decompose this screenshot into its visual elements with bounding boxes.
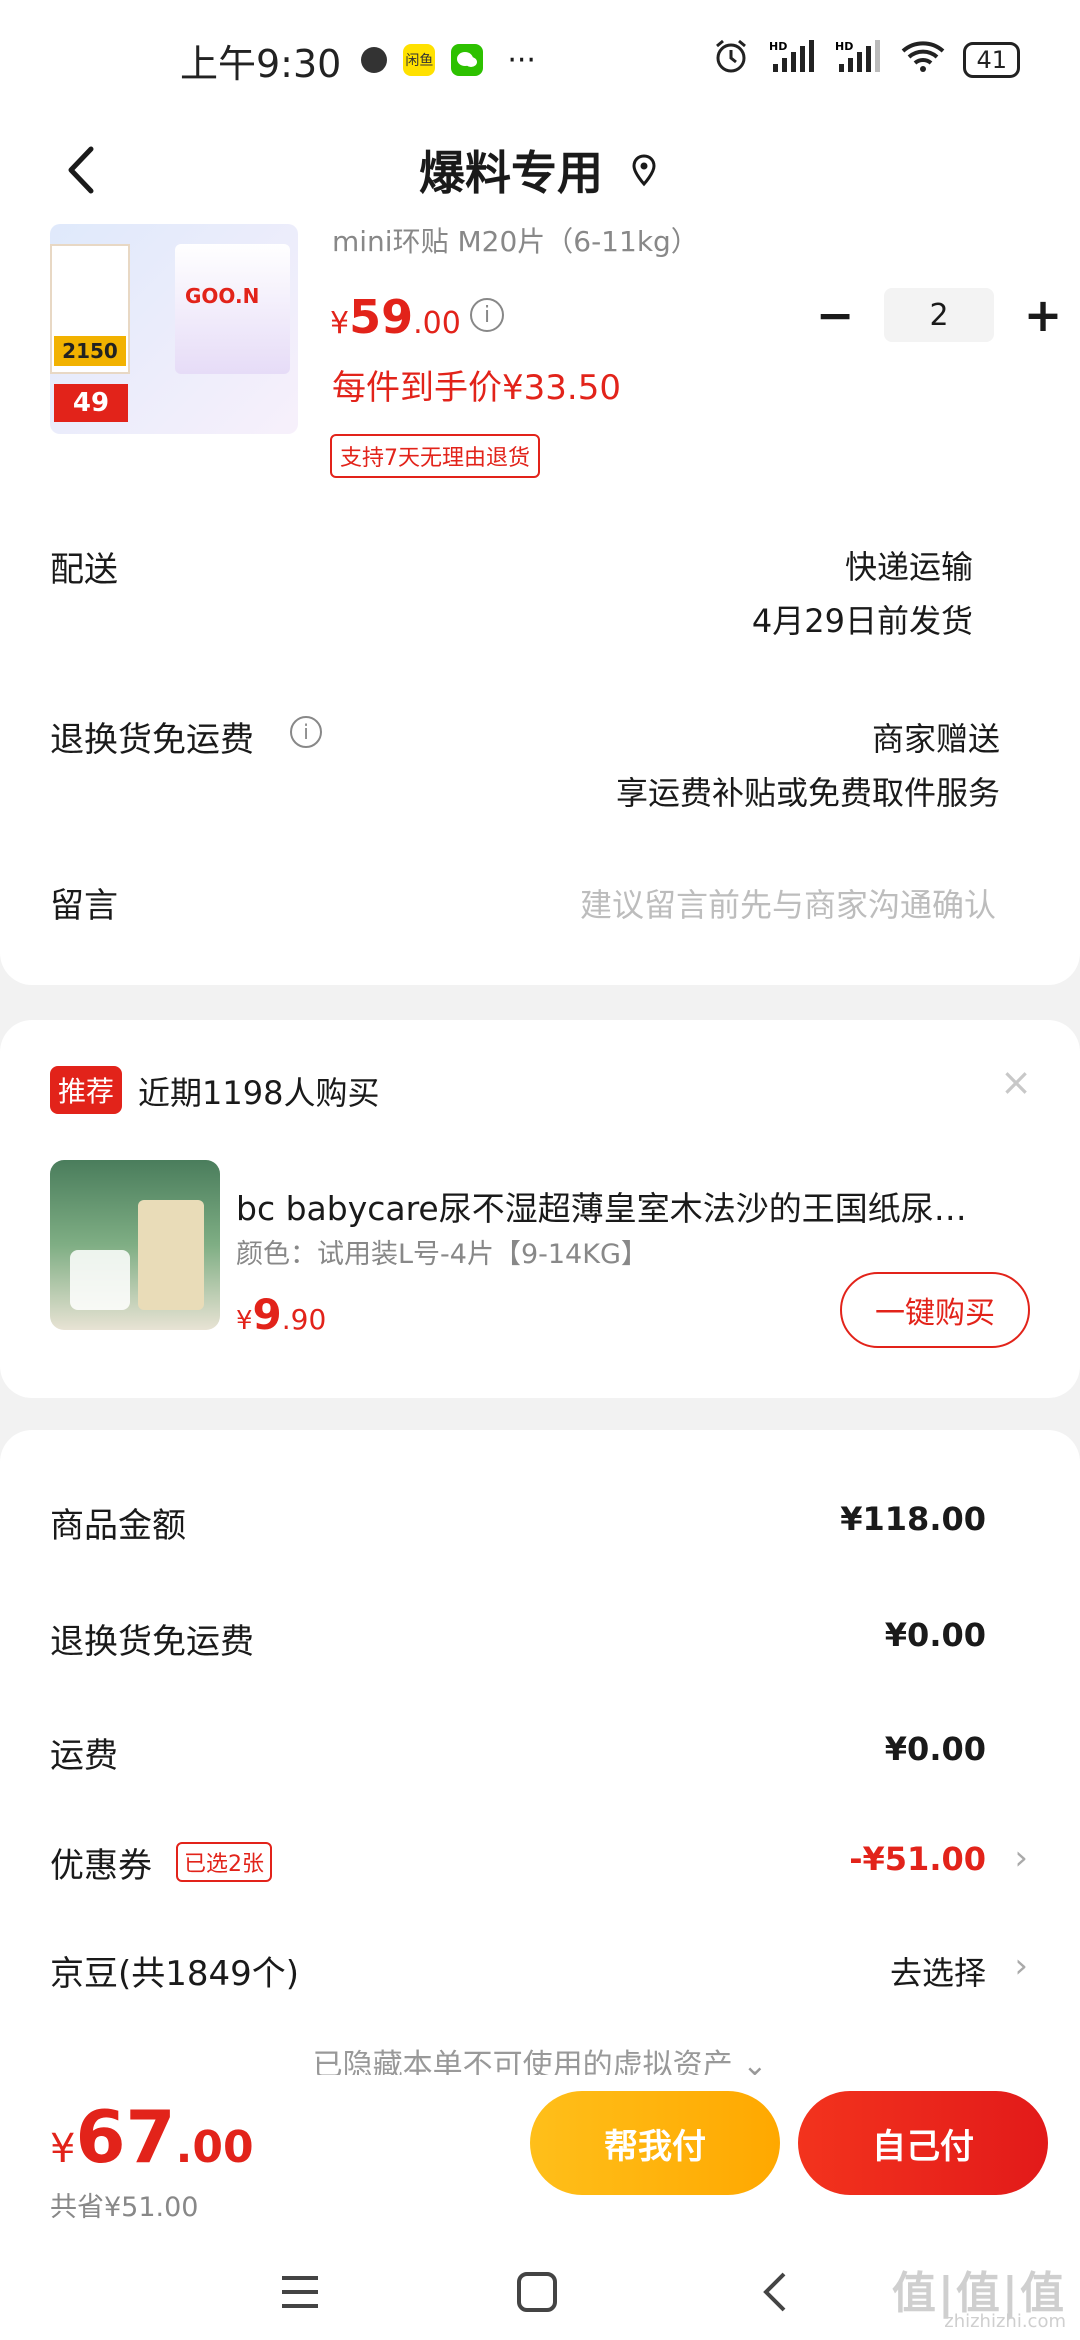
message-label: 留言 <box>50 886 118 926</box>
rec-price-symbol: ¥ <box>236 1306 253 1336</box>
return-shipping-value: 商家赠送 <box>871 720 1000 758</box>
help-me-pay-button[interactable]: 帮我付 <box>530 2091 780 2195</box>
product-image[interactable]: 2150 49 GOO.N <box>50 224 298 434</box>
delivery-label: 配送 <box>50 550 118 590</box>
xianyu-app-icon: 闲鱼 <box>403 44 436 76</box>
jd-beans-chevron-icon[interactable]: › <box>1014 1946 1028 1986</box>
signal-hd-icon: HD <box>769 38 817 82</box>
status-time: 上午9:30 <box>180 41 342 86</box>
jd-beans-label: 京豆(共1849个) <box>50 1954 300 1994</box>
notification-dot-icon <box>361 47 388 73</box>
message-input[interactable]: 建议留言前先与商家沟通确认 <box>580 880 996 926</box>
recommended-product-image[interactable] <box>50 1160 220 1330</box>
recommendation-card: 推荐 近期1198人购买 × bc babycare尿不湿超薄皇室木法沙的王国纸… <box>0 1020 1080 1398</box>
freight-label: 运费 <box>50 1736 118 1776</box>
svg-text:HD: HD <box>769 40 787 53</box>
header: 爆料专用 <box>0 120 1080 220</box>
rec-price-integer: 9 <box>252 1290 282 1339</box>
image-package-shape <box>70 1250 130 1310</box>
page-title: 爆料专用 <box>419 146 603 200</box>
price-summary-card: 商品金额 ¥118.00 退换货免运费 ¥0.00 运费 ¥0.00 优惠券 已… <box>0 1430 1080 2150</box>
increase-quantity-button[interactable]: + <box>1018 288 1068 342</box>
jd-beans-select[interactable]: 去选择 <box>890 1948 986 1994</box>
return-fee-label: 退换货免运费 <box>50 1622 254 1662</box>
coupon-chevron-icon[interactable]: › <box>1014 1838 1028 1878</box>
menu-icon[interactable] <box>275 2267 325 2317</box>
quantity-stepper: − 2 + <box>810 288 1068 342</box>
product-price: ¥ 59 .00 <box>330 290 461 344</box>
goods-amount-label: 商品金额 <box>50 1506 186 1546</box>
checkout-bar: ¥ 67 .00 共省¥51.00 帮我付 自己付 <box>0 2075 1080 2245</box>
home-icon[interactable] <box>512 2267 562 2317</box>
close-icon[interactable]: × <box>1000 1060 1032 1104</box>
quantity-input[interactable]: 2 <box>884 288 994 342</box>
image-brand-text: GOO.N <box>185 284 260 308</box>
status-bar: 上午9:30 闲鱼 ··· HD HD 41 <box>0 0 1080 120</box>
recommend-text: 近期1198人购买 <box>138 1074 380 1112</box>
wifi-icon <box>901 39 945 81</box>
goods-amount-value: ¥118.00 <box>840 1500 986 1538</box>
price-info-icon[interactable]: i <box>470 298 504 332</box>
battery-icon: 41 <box>963 42 1020 78</box>
location-pin-icon[interactable] <box>627 153 661 187</box>
decrease-quantity-button[interactable]: − <box>810 288 860 342</box>
total-saved: 共省¥51.00 <box>50 2192 199 2223</box>
pay-myself-button[interactable]: 自己付 <box>798 2091 1048 2195</box>
nav-back-icon[interactable] <box>750 2267 800 2317</box>
back-button[interactable] <box>50 140 110 200</box>
wechat-icon <box>451 44 484 76</box>
total-integer: 67 <box>75 2095 176 2179</box>
return-shipping-detail: 享运费补贴或免费取件服务 <box>615 774 1000 812</box>
total-decimal: .00 <box>175 2122 254 2173</box>
image-box-shape <box>138 1200 204 1310</box>
alarm-icon <box>711 36 751 84</box>
product-name: mini环贴 M20片（6-11kg） <box>332 225 699 258</box>
one-click-buy-button[interactable]: 一键购买 <box>840 1272 1030 1348</box>
return-shipping-label: 退换货免运费 <box>50 720 254 760</box>
price-integer: 59 <box>349 290 414 344</box>
per-item-price: 每件到手价¥33.50 <box>332 368 621 408</box>
watermark-url: zhizhizhi.com <box>944 2311 1066 2332</box>
diaper-package-image <box>175 244 290 374</box>
image-badge-bottom: 49 <box>54 384 128 422</box>
freight-value: ¥0.00 <box>884 1730 986 1768</box>
system-nav-bar: 值|值|值 zhizhizhi.com <box>0 2245 1080 2340</box>
recommended-product-price: ¥ 9 .90 <box>236 1290 326 1339</box>
delivery-method[interactable]: 快递运输 <box>845 542 973 588</box>
coupon-selected-tag: 已选2张 <box>176 1842 272 1882</box>
return-shipping-info-icon[interactable]: i <box>290 716 322 748</box>
price-symbol: ¥ <box>330 306 350 341</box>
total-symbol: ¥ <box>50 2126 76 2172</box>
back-arrow-icon <box>68 146 94 194</box>
signal-hd-icon-2: HD <box>835 38 883 82</box>
return-policy-badge: 支持7天无理由退货 <box>330 434 540 478</box>
order-item-card: 2150 49 GOO.N mini环贴 M20片（6-11kg） ¥ 59 .… <box>0 220 1080 985</box>
total-price: ¥ 67 .00 <box>50 2095 254 2179</box>
price-decimal: .00 <box>413 306 461 341</box>
svg-text:HD: HD <box>835 40 853 53</box>
rec-price-decimal: .90 <box>281 1303 327 1336</box>
coupon-value[interactable]: -¥51.00 <box>849 1840 986 1878</box>
recommend-tag: 推荐 <box>50 1066 123 1114</box>
coupon-label: 优惠券 <box>50 1846 152 1886</box>
return-fee-value: ¥0.00 <box>884 1616 986 1654</box>
recommended-product-spec: 颜色：试用装L号-4片【9-14KG】 <box>236 1239 648 1270</box>
more-notifications-icon: ··· <box>507 42 536 78</box>
recommended-product-name[interactable]: bc babycare尿不湿超薄皇室木法沙的王国纸尿… <box>236 1182 1026 1230</box>
image-badge-top: 2150 <box>54 336 126 366</box>
delivery-ship-date: 4月29日前发货 <box>751 602 973 640</box>
